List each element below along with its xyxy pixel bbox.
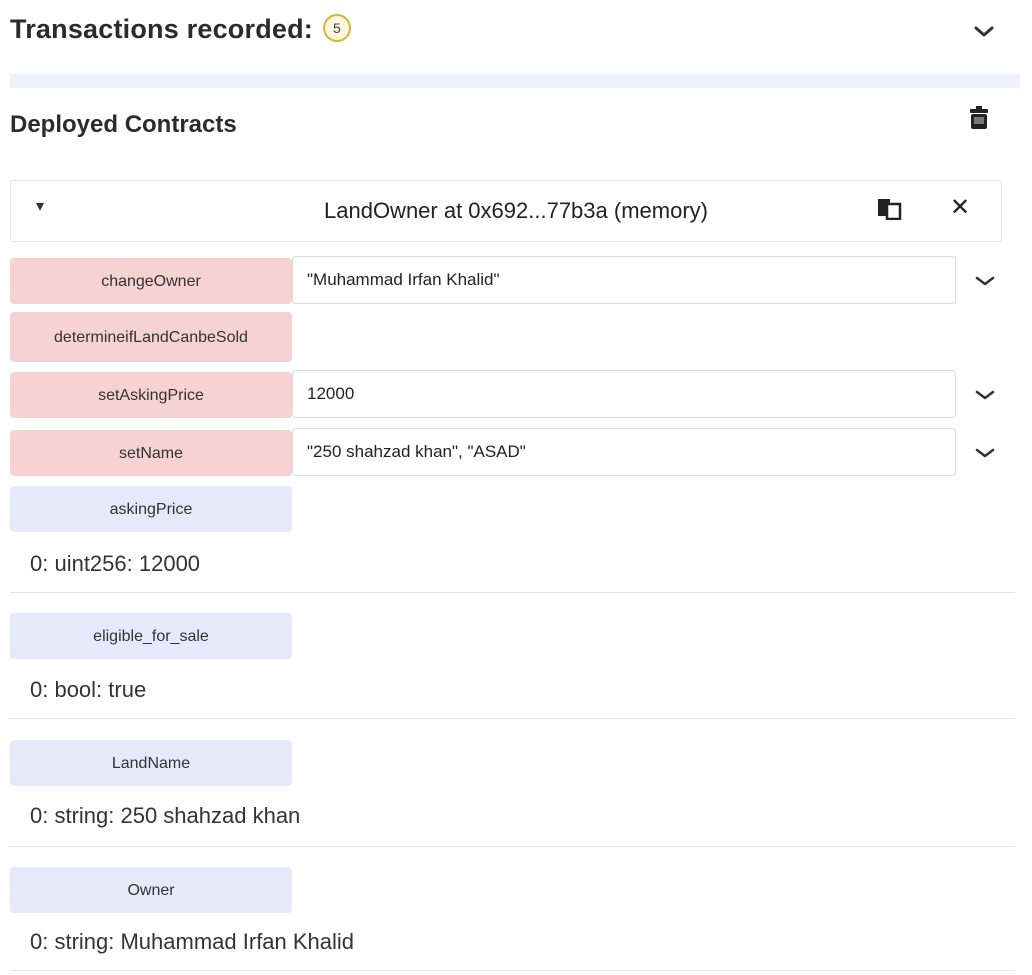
transactions-recorded-header[interactable]: Transactions recorded: 5 — [10, 13, 351, 45]
askingprice-button[interactable]: askingPrice — [10, 486, 292, 532]
eligible-for-sale-button[interactable]: eligible_for_sale — [10, 613, 292, 659]
changeowner-input[interactable]: "Muhammad Irfan Khalid" — [292, 256, 956, 304]
row-separator — [10, 718, 1015, 719]
deployed-contracts-title: Deployed Contracts — [10, 111, 237, 138]
chevron-down-icon[interactable] — [972, 444, 998, 462]
setaskingprice-input[interactable]: 12000 — [292, 370, 956, 418]
section-divider — [10, 74, 1020, 88]
chevron-down-icon[interactable] — [972, 386, 998, 404]
row-separator — [10, 970, 1015, 971]
row-separator — [10, 846, 1015, 847]
setname-button[interactable]: setName — [10, 430, 292, 476]
owner-button[interactable]: Owner — [10, 867, 292, 913]
copy-icon[interactable] — [876, 196, 902, 221]
setaskingprice-button[interactable]: setAskingPrice — [10, 372, 292, 418]
chevron-down-icon[interactable] — [970, 22, 998, 42]
row-separator — [10, 592, 1015, 593]
transactions-count-badge: 5 — [323, 13, 351, 42]
transactions-recorded-label: Transactions recorded: — [10, 14, 313, 44]
askingprice-result: 0: uint256: 12000 — [30, 551, 201, 576]
eligible-for-sale-result: 0: bool: true — [30, 677, 147, 702]
trash-icon[interactable] — [968, 106, 990, 130]
close-icon[interactable]: ✕ — [950, 193, 970, 222]
chevron-down-icon[interactable] — [972, 272, 998, 290]
changeowner-button[interactable]: changeOwner — [10, 258, 292, 304]
landname-button[interactable]: LandName — [10, 740, 292, 786]
determineiflandcanbesold-label: determineifLandCanbeSold — [54, 328, 248, 346]
setname-input[interactable]: "250 shahzad khan", "ASAD" — [292, 428, 956, 476]
determineiflandcanbesold-button[interactable]: determineifLandCanbeSold — [10, 312, 292, 362]
owner-result: 0: string: Muhammad Irfan Khalid — [30, 929, 355, 954]
landname-result: 0: string: 250 shahzad khan — [30, 803, 301, 828]
